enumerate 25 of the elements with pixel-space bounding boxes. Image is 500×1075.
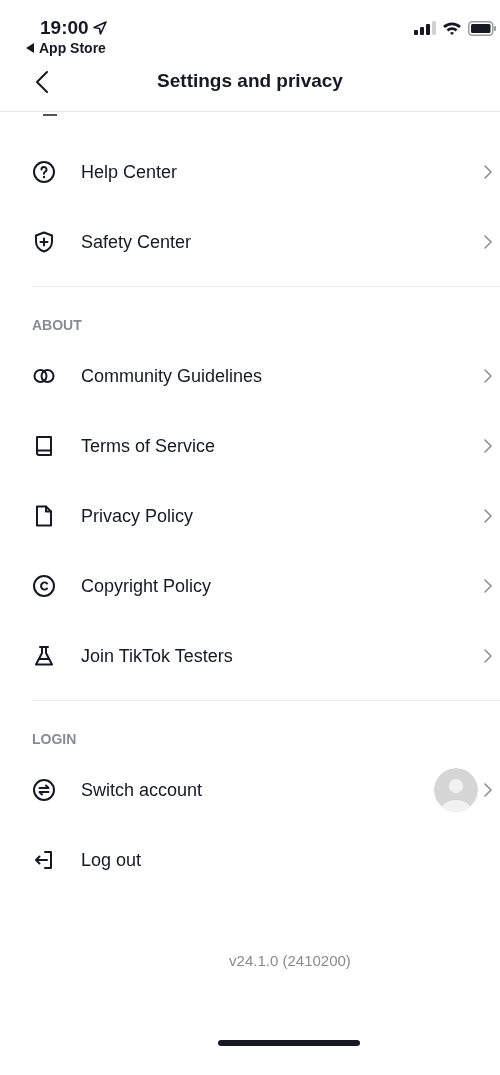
settings-row[interactable]: Safety Center (32, 207, 500, 277)
settings-row[interactable]: Join TikTok Testers (32, 621, 500, 691)
signal-icon (414, 21, 436, 35)
help-icon (32, 160, 56, 184)
settings-row[interactable]: Help Center (32, 137, 500, 207)
location-arrow-icon (92, 21, 107, 35)
settings-row[interactable]: Community Guidelines (32, 341, 500, 411)
settings-row[interactable]: Terms of Service (32, 411, 500, 481)
back-to-app-link[interactable]: App Store (26, 40, 107, 56)
battery-icon (468, 20, 496, 36)
flask-icon (32, 644, 56, 668)
shield-icon (32, 230, 56, 254)
section-heading: LOGIN (32, 730, 78, 749)
settings-row[interactable]: Copyright Policy (32, 551, 500, 621)
back-triangle-icon (26, 43, 35, 53)
clock-time: 19:00 (40, 16, 89, 40)
settings-row[interactable]: Log out (32, 825, 500, 895)
page-title: Settings and privacy (157, 69, 343, 94)
switch-icon (32, 778, 56, 802)
version-text: v24.1.0 (2410200) (229, 952, 351, 969)
section-heading: ABOUT (32, 316, 83, 335)
copyright-icon (32, 574, 56, 598)
settings-row[interactable]: Switch account (32, 755, 500, 825)
wifi-icon (442, 21, 462, 35)
settings-row[interactable]: Privacy Policy (32, 481, 500, 551)
